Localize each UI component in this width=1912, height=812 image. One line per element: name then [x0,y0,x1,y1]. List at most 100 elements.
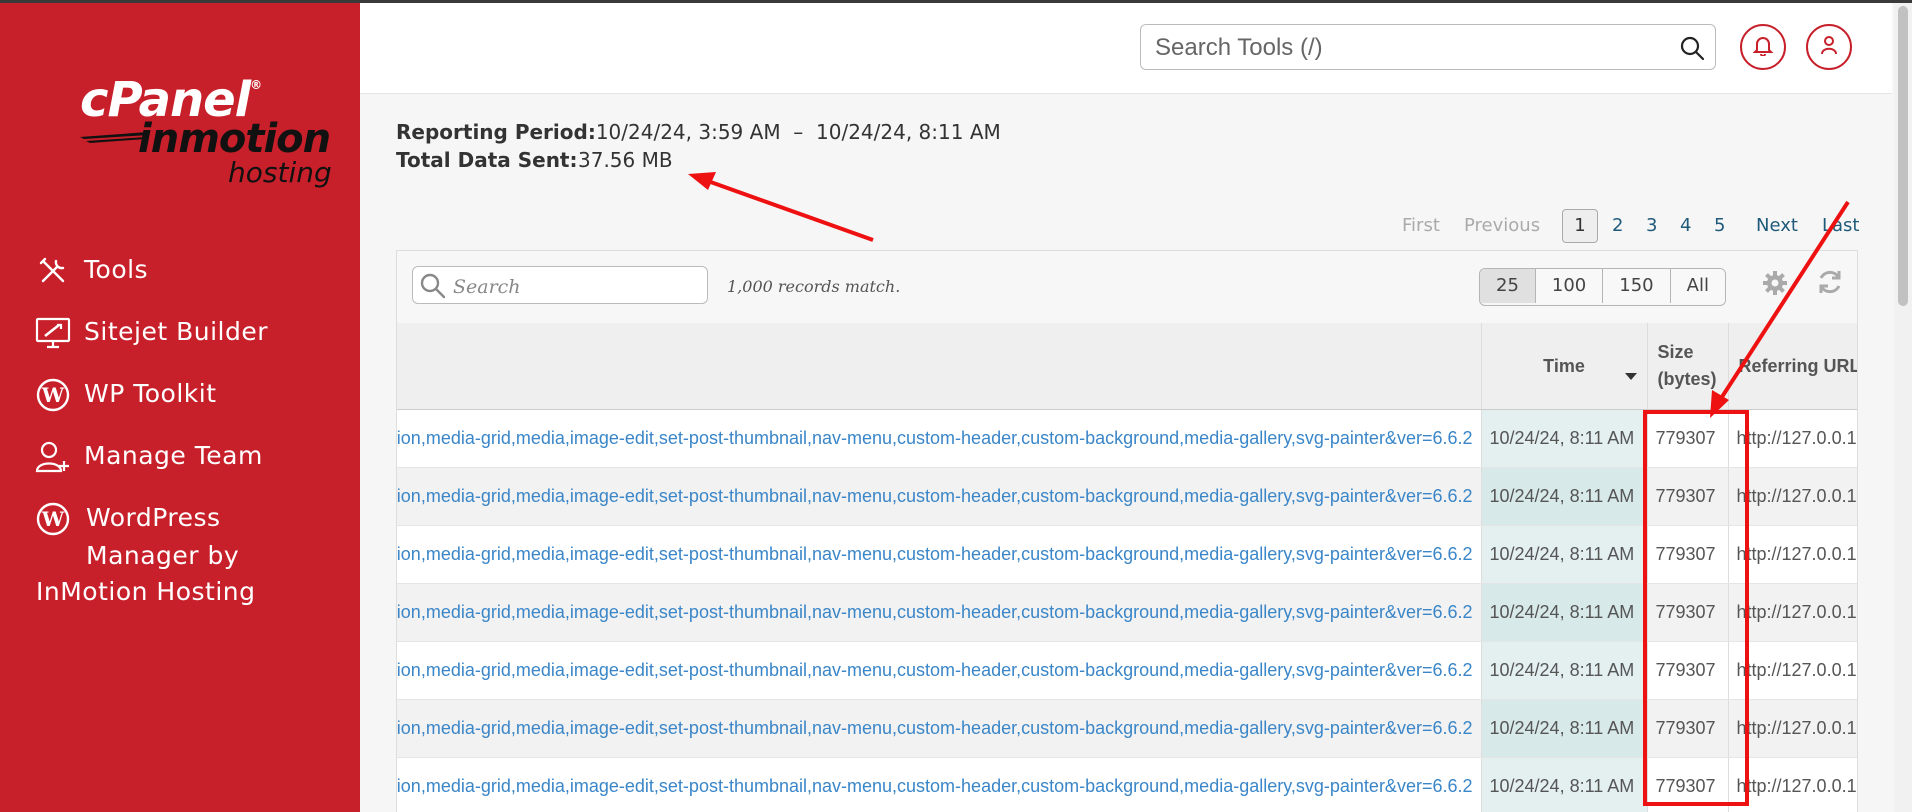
cell-size: 779307 [1647,699,1729,758]
sidebar: cPanel® inmotion hosting Tools Sitejet B… [0,0,360,812]
page-size-150[interactable]: 150 [1603,269,1671,303]
tools-icon [34,252,72,290]
sidebar-item-wordpress-manager[interactable]: W WordPress Manager by InMotion Hosting [34,500,354,610]
cell-size: 779307 [1647,409,1729,468]
column-header-url[interactable] [397,323,1482,410]
sidebar-item-label-line1: WordPress [86,503,221,532]
total-data-sent-label: Total Data Sent: [396,148,578,172]
page-scrollbar[interactable] [1894,0,1912,812]
table-toolbar: 1,000 records match. 25 100 150 All [397,251,1857,324]
sidebar-item-wp-toolkit[interactable]: W WP Toolkit [34,376,354,414]
sort-desc-icon [1624,373,1637,380]
sidebar-item-label: WP Toolkit [84,379,217,408]
data-table-panel: 1,000 records match. 25 100 150 All Time… [396,250,1858,812]
user-icon [1818,34,1840,61]
page-size-all[interactable]: All [1670,269,1725,303]
cell-referring-url: http://127.0.0.1 [1728,409,1857,468]
pager-page-5[interactable]: 5 [1714,208,1725,244]
column-header-time[interactable]: Time [1481,323,1648,410]
table-row: ion,media-grid,media,image-edit,set-post… [397,525,1857,584]
pager-first[interactable]: First [1402,208,1440,244]
annotation-arrow-total [688,172,874,242]
table-row: ion,media-grid,media,image-edit,set-post… [397,757,1857,812]
cell-size: 779307 [1647,757,1729,812]
user-menu-button[interactable] [1806,24,1852,70]
notifications-button[interactable] [1740,24,1786,70]
bell-icon [1752,34,1774,61]
sidebar-item-manage-team[interactable]: Manage Team [34,438,354,476]
table-header-row: Time Size (bytes) Referring URL [397,323,1857,410]
access-log-table: Time Size (bytes) Referring URL ion,medi… [397,323,1857,812]
search-icon[interactable] [1679,35,1705,66]
sidebar-item-tools[interactable]: Tools [34,252,354,290]
reporting-period-label: Reporting Period: [396,120,596,144]
scrollbar-thumb[interactable] [1898,6,1908,306]
cell-url[interactable]: ion,media-grid,media,image-edit,set-post… [397,641,1482,700]
page-size-100[interactable]: 100 [1535,269,1604,303]
svg-text:W: W [41,507,65,531]
table-row: ion,media-grid,media,image-edit,set-post… [397,409,1857,468]
pager-page-3[interactable]: 3 [1646,208,1657,244]
cell-size: 779307 [1647,525,1729,584]
cell-url[interactable]: ion,media-grid,media,image-edit,set-post… [397,699,1482,758]
cell-url[interactable]: ion,media-grid,media,image-edit,set-post… [397,525,1482,584]
table-search[interactable] [412,266,708,304]
page-size-25[interactable]: 25 [1480,269,1536,303]
tools-search-input[interactable] [1153,33,1657,63]
cpanel-inmotion-logo[interactable]: cPanel® inmotion hosting [80,72,340,192]
pager-last[interactable]: Last [1822,208,1860,244]
cell-time: 10/24/24, 8:11 AM [1481,467,1648,526]
wordpress-icon: W [34,376,72,414]
cell-size: 779307 [1647,641,1729,700]
cell-time: 10/24/24, 8:11 AM [1481,699,1648,758]
total-data-sent-value: 37.56 MB [578,148,673,172]
wordpress-icon: W [34,500,72,538]
cell-url[interactable]: ion,media-grid,media,image-edit,set-post… [397,409,1482,468]
gear-icon[interactable] [1761,269,1789,302]
sidebar-item-label: Tools [84,255,149,284]
cell-url[interactable]: ion,media-grid,media,image-edit,set-post… [397,757,1482,812]
sidebar-item-label-line3: InMotion Hosting [36,577,256,606]
cell-referring-url: http://127.0.0.1 [1728,525,1857,584]
cell-url[interactable]: ion,media-grid,media,image-edit,set-post… [397,583,1482,642]
cell-size: 779307 [1647,467,1729,526]
pager-previous[interactable]: Previous [1464,208,1540,244]
top-header [360,3,1892,94]
pager-page-4[interactable]: 4 [1680,208,1691,244]
cell-referring-url: http://127.0.0.1 [1728,583,1857,642]
table-row: ion,media-grid,media,image-edit,set-post… [397,699,1857,758]
hosting-logo-text: hosting [228,156,332,189]
sidebar-item-label-line2: Manager by [86,541,240,570]
search-icon [419,272,447,305]
cell-time: 10/24/24, 8:11 AM [1481,757,1648,812]
column-header-referring-url[interactable]: Referring URL [1728,323,1857,410]
records-match-text: 1,000 records match. [727,277,901,296]
table-search-input[interactable] [451,275,695,299]
sitejet-icon [34,314,72,352]
tools-search[interactable] [1140,24,1716,70]
sidebar-item-label: Sitejet Builder [84,317,268,346]
table-row: ion,media-grid,media,image-edit,set-post… [397,467,1857,526]
cell-referring-url: http://127.0.0.1 [1728,467,1857,526]
cell-url[interactable]: ion,media-grid,media,image-edit,set-post… [397,467,1482,526]
table-row: ion,media-grid,media,image-edit,set-post… [397,641,1857,700]
pager-page-2[interactable]: 2 [1612,208,1623,244]
sidebar-nav: Tools Sitejet Builder W WP Toolkit Manag… [34,252,354,634]
sidebar-item-sitejet-builder[interactable]: Sitejet Builder [34,314,354,352]
cell-time: 10/24/24, 8:11 AM [1481,409,1648,468]
cell-size: 779307 [1647,583,1729,642]
column-header-size[interactable]: Size (bytes) [1647,323,1729,410]
table-row: ion,media-grid,media,image-edit,set-post… [397,583,1857,642]
reporting-period-value: 10/24/24, 3:59 AM – 10/24/24, 8:11 AM [595,120,1001,144]
cell-referring-url: http://127.0.0.1 [1728,699,1857,758]
cell-time: 10/24/24, 8:11 AM [1481,583,1648,642]
cell-referring-url: http://127.0.0.1 [1728,757,1857,812]
refresh-icon[interactable] [1815,267,1845,302]
sidebar-item-label: Manage Team [84,441,263,470]
pager-page-1[interactable]: 1 [1562,209,1598,243]
cell-referring-url: http://127.0.0.1 [1728,641,1857,700]
svg-text:W: W [41,383,65,407]
window-top-border [0,0,1912,3]
page-size-selector: 25 100 150 All [1479,268,1726,306]
pager-next[interactable]: Next [1756,208,1798,244]
